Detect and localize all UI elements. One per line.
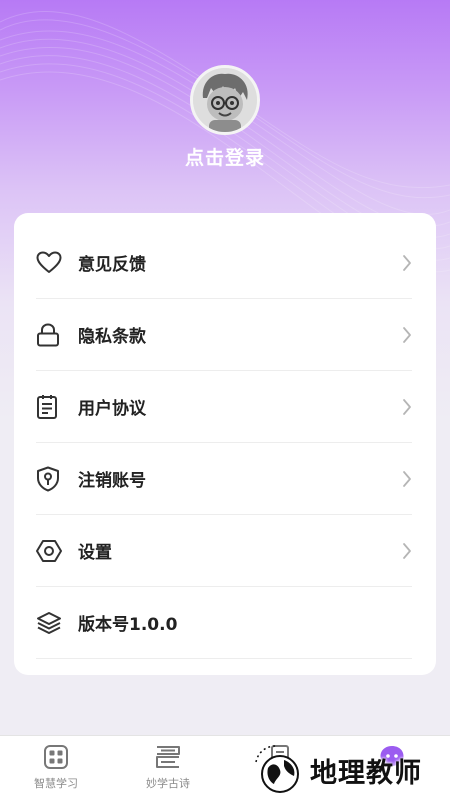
menu-item-label: 意见反馈 — [78, 255, 146, 275]
chevron-right-icon — [400, 541, 414, 561]
login-link[interactable]: 点击登录 — [0, 143, 450, 170]
layers-icon — [36, 609, 64, 637]
tab-smart-learning[interactable]: 智慧学习 — [0, 736, 112, 800]
globe-logo-icon — [255, 745, 299, 793]
avatar-image — [193, 68, 257, 132]
menu-item-label: 设置 — [78, 543, 112, 563]
menu-item-settings[interactable]: 设置 — [36, 515, 412, 587]
chevron-right-icon — [400, 397, 414, 417]
lock-icon — [36, 321, 64, 349]
chevron-right-icon — [400, 325, 414, 345]
menu-item-privacy[interactable]: 隐私条款 — [36, 299, 412, 371]
hexagon-settings-icon — [36, 537, 64, 565]
menu-item-label: 隐私条款 — [78, 327, 146, 347]
menu-item-label: 注销账号 — [78, 471, 146, 491]
grid-icon — [42, 744, 70, 770]
book-icon — [154, 744, 182, 770]
menu-item-user-agreement[interactable]: 用户协议 — [36, 371, 412, 443]
menu-item-feedback[interactable]: 意见反馈 — [36, 227, 412, 299]
watermark-text: 地理教师 — [310, 757, 422, 789]
tab-label: 妙学古诗 — [146, 777, 190, 790]
shield-key-icon — [36, 465, 64, 493]
watermark: 地理教师 — [250, 740, 450, 800]
version-label: 版本号1.0.0 — [78, 615, 178, 635]
tab-label: 智慧学习 — [34, 777, 78, 790]
menu-card: 意见反馈 隐私条款 用户协议 注销账号 设置 版本号1.0.0 — [14, 213, 436, 675]
chevron-right-icon — [400, 253, 414, 273]
menu-item-version: 版本号1.0.0 — [36, 587, 412, 659]
menu-item-label: 用户协议 — [78, 399, 146, 419]
menu-item-delete-account[interactable]: 注销账号 — [36, 443, 412, 515]
tab-ancient-poetry[interactable]: 妙学古诗 — [112, 736, 224, 800]
document-icon — [36, 393, 64, 421]
avatar[interactable] — [190, 65, 260, 135]
chevron-right-icon — [400, 469, 414, 489]
heart-icon — [36, 249, 64, 277]
